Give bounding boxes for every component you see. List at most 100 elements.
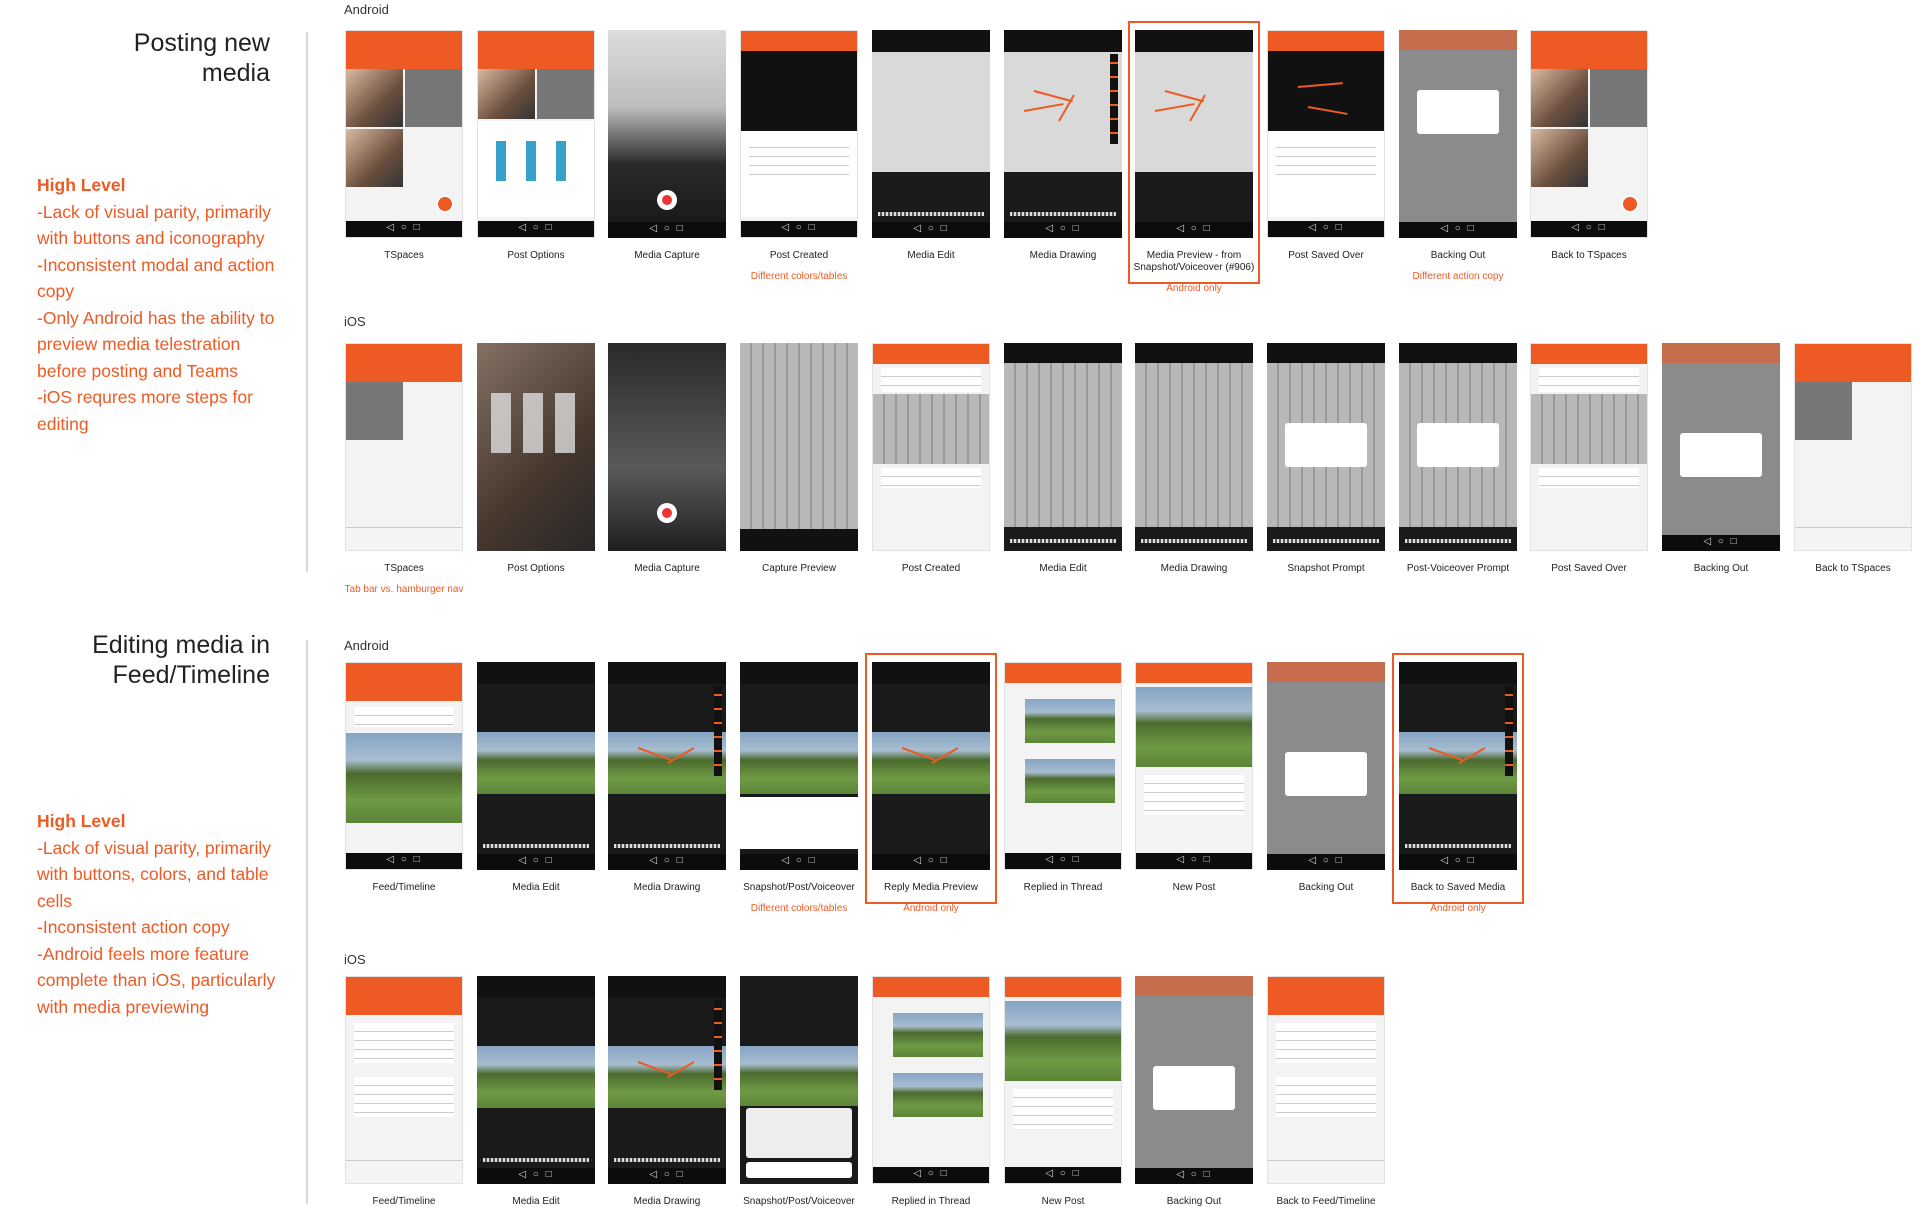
notes-point: -Android feels more feature complete tha… — [37, 943, 276, 1017]
screen-caption: Media Capture — [634, 250, 700, 261]
athlete-photo — [1590, 69, 1647, 127]
phone-screenshot — [740, 343, 858, 551]
notes-point: -Lack of visual parity, primarily with b… — [37, 837, 272, 911]
form-rows — [881, 468, 981, 488]
screen-caption: New Post — [1041, 1196, 1085, 1207]
phone-screenshot — [1004, 343, 1122, 551]
app-header — [1267, 662, 1385, 682]
screen-caption: Media Drawing — [1029, 250, 1097, 261]
android-nav-bar — [1004, 222, 1122, 238]
athlete-photo — [1795, 382, 1852, 440]
screen-caption: Capture Preview — [762, 563, 836, 574]
screen-caption: Media Drawing — [633, 882, 701, 893]
android-nav-bar — [1662, 535, 1780, 551]
platform-label: iOS — [344, 314, 366, 329]
phone-screenshot — [345, 662, 463, 870]
app-header — [478, 31, 594, 69]
golf-photo — [608, 732, 726, 794]
editor-toolbar — [1135, 343, 1253, 363]
android-nav-bar — [477, 1168, 595, 1184]
phone-screenshot — [1530, 30, 1648, 238]
notes-point: -Inconsistent action copy — [37, 917, 230, 937]
phone-screenshot — [608, 662, 726, 870]
screen-caption: Back to Feed/Timeline — [1276, 1196, 1376, 1207]
phone-screenshot — [1399, 343, 1517, 551]
keyboard-photo — [873, 394, 989, 464]
notes-point: -Only Android has the ability to preview… — [37, 307, 275, 381]
capture-controls — [740, 529, 858, 551]
phone-screenshot — [872, 30, 990, 238]
phone-screenshot — [1267, 662, 1385, 870]
cancel-sheet-button — [746, 1162, 852, 1178]
phone-screenshot — [740, 662, 858, 870]
app-header — [346, 663, 462, 701]
phone-screenshot — [345, 976, 463, 1184]
screen-caption: Replied in Thread — [1023, 882, 1103, 893]
screen-caption: Feed/Timeline — [372, 1196, 436, 1207]
option-icons — [486, 141, 586, 181]
media-thumbnail — [1268, 51, 1384, 131]
golf-photo — [477, 732, 595, 794]
phone-screenshot — [345, 30, 463, 238]
notes-point: -Inconsistent modal and action copy — [37, 254, 275, 302]
form-rows — [881, 368, 981, 392]
phone-screenshot — [1794, 343, 1912, 551]
athlete-photo — [346, 129, 403, 187]
phone-screenshot — [477, 976, 595, 1184]
feed-text — [1276, 1077, 1376, 1117]
confirm-dialog — [1153, 1066, 1235, 1110]
screen-caption: Back to TSpaces — [1551, 250, 1627, 261]
notes-heading: High Level — [37, 175, 126, 195]
record-fab-icon — [1621, 195, 1639, 213]
screen-caption: Snapshot/Post/Voiceover — [743, 1196, 855, 1207]
app-header — [1005, 663, 1121, 683]
athlete-photo — [1531, 69, 1588, 127]
screen-caption: Media Edit — [1039, 563, 1087, 574]
tab-bar — [1795, 527, 1911, 550]
scrub-timeline — [614, 1158, 720, 1162]
screen-caption: Backing Out — [1166, 1196, 1222, 1207]
scrub-timeline — [483, 1158, 589, 1162]
scrub-timeline — [1405, 539, 1511, 543]
golf-photo — [346, 733, 462, 823]
confirm-dialog — [1285, 752, 1367, 796]
screen-caption: New Post — [1172, 882, 1216, 893]
golf-photo — [1136, 687, 1252, 767]
record-fab-icon — [436, 195, 454, 213]
screen-caption: Backing Out — [1298, 882, 1354, 893]
app-header — [1268, 31, 1384, 51]
golf-photo — [893, 1013, 983, 1057]
editor-toolbar — [608, 976, 726, 998]
app-header — [741, 31, 857, 51]
editor-toolbar — [608, 662, 726, 684]
scrub-timeline — [483, 844, 589, 848]
feed-text — [354, 1077, 454, 1117]
platform-label: Android — [344, 638, 389, 653]
android-nav-bar — [1399, 222, 1517, 238]
scrub-timeline — [1141, 539, 1247, 543]
phone-screenshot — [477, 343, 595, 551]
android-nav-bar — [1005, 853, 1121, 869]
form-rows — [749, 139, 849, 179]
media-frame — [872, 52, 990, 172]
app-header — [873, 977, 989, 997]
screen-caption: Post Created — [901, 563, 961, 574]
phone-screenshot — [345, 343, 463, 551]
record-button-icon — [657, 503, 677, 523]
app-header — [1531, 31, 1647, 69]
section-title: Posting new media — [133, 29, 270, 87]
highlight-box — [1128, 21, 1260, 284]
phone-screenshot — [1135, 976, 1253, 1184]
phone-screenshot — [477, 662, 595, 870]
screen-caption: Back to TSpaces — [1815, 563, 1891, 574]
app-header — [1662, 343, 1780, 363]
screen-caption: Media Drawing — [1160, 563, 1228, 574]
app-header — [1268, 977, 1384, 1015]
app-header — [873, 344, 989, 364]
app-header — [1005, 977, 1121, 997]
phone-screenshot — [608, 343, 726, 551]
tab-bar — [346, 527, 462, 550]
screen-note: Android only — [1166, 283, 1222, 294]
confirm-dialog — [1417, 90, 1499, 134]
screen-caption: Backing Out — [1430, 250, 1486, 261]
